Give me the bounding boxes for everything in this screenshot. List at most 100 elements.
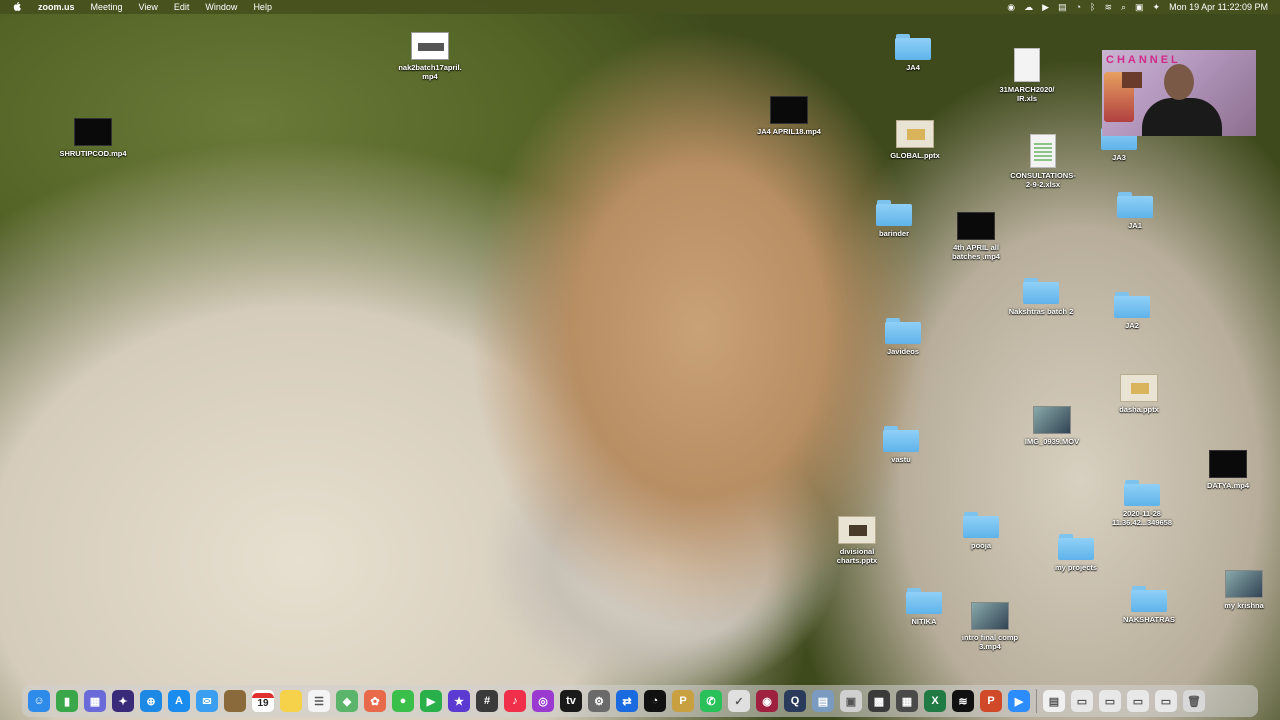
doc-stack-icon[interactable]: ▭ — [1099, 690, 1121, 712]
menu-bar: zoom.us Meeting View Edit Window Help ◉ … — [0, 0, 1280, 14]
dock-separator — [1036, 689, 1037, 713]
file-dasha-pptx[interactable]: dasha.pptx — [1094, 374, 1184, 414]
file-divisional-charts[interactable]: divisional charts.pptx — [812, 516, 902, 565]
file-intro-final-comp[interactable]: intro final comp 3.mp4 — [945, 602, 1035, 651]
chess-icon[interactable]: ▩ — [868, 690, 890, 712]
zoom-self-view[interactable]: CHANNEL — [1102, 50, 1256, 136]
downloads-icon[interactable]: ▭ — [1071, 690, 1093, 712]
imovie-icon[interactable]: ★ — [448, 690, 470, 712]
app-menu-zoom[interactable]: zoom.us — [38, 2, 75, 12]
file-global-pptx[interactable]: GLOBAL.pptx — [870, 120, 960, 160]
folder-javideos[interactable]: Javideos — [858, 318, 948, 356]
cloud-icon[interactable]: ☁ — [1024, 2, 1033, 13]
folder-my-projects[interactable]: my projects — [1031, 534, 1121, 572]
stack-icon[interactable]: ▤ — [1043, 690, 1065, 712]
file-ja4-april18[interactable]: JA4 APRIL18.mp4 — [744, 96, 834, 136]
maps-icon[interactable]: ◆ — [336, 690, 358, 712]
clock-icon[interactable]: ◔ — [644, 690, 666, 712]
channel-overlay-text: CHANNEL — [1106, 54, 1181, 66]
screen-icon[interactable]: ▤ — [1058, 2, 1067, 13]
launchpad-icon[interactable]: ▦ — [84, 690, 106, 712]
excel-icon[interactable]: X — [924, 690, 946, 712]
folder-icon — [876, 200, 912, 226]
calendar-icon[interactable]: 19 — [252, 690, 274, 712]
whatsapp-icon[interactable]: ✆ — [700, 690, 722, 712]
folder-ja2[interactable]: JA2 — [1087, 292, 1177, 330]
file-4th-april[interactable]: 4th APRIL all batches .mp4 — [931, 212, 1021, 261]
spotify-icon[interactable]: ≋ — [952, 690, 974, 712]
timer-icon[interactable]: ◔ — [1076, 2, 1081, 12]
siri-icon[interactable]: ✦ — [112, 690, 134, 712]
quicktime-icon[interactable]: Q — [784, 690, 806, 712]
control-center-icon[interactable]: ▣ — [1135, 2, 1144, 13]
teamviewer-icon[interactable]: ⇄ — [616, 690, 638, 712]
bluetooth-icon[interactable]: ᛒ — [1090, 2, 1095, 12]
file-31march2020[interactable]: 31MARCH2020/ IR.xls — [982, 48, 1072, 103]
powerpoint-icon[interactable]: P — [980, 690, 1002, 712]
apple-icon[interactable] — [12, 2, 22, 12]
folder-icon — [1117, 192, 1153, 218]
screenshot-stack-icon[interactable]: ▭ — [1127, 690, 1149, 712]
files-stack-icon[interactable]: ▭ — [1155, 690, 1177, 712]
app-store-icon[interactable]: A — [168, 690, 190, 712]
folder-icon — [1023, 278, 1059, 304]
folder-icon — [963, 512, 999, 538]
safari-icon[interactable]: ⊕ — [140, 690, 162, 712]
music-icon[interactable]: ♪ — [504, 690, 526, 712]
reminders-icon[interactable]: ☰ — [308, 690, 330, 712]
font-book-icon[interactable]: P — [672, 690, 694, 712]
notes-brown-icon[interactable] — [224, 690, 246, 712]
image-file-icon — [1225, 570, 1263, 598]
menu-window[interactable]: Window — [205, 2, 237, 12]
folder-pooja[interactable]: pooja — [936, 512, 1026, 550]
wifi-icon[interactable]: ≋ — [1104, 2, 1112, 13]
folder-icon — [1131, 586, 1167, 612]
tv-icon[interactable]: tv — [560, 690, 582, 712]
record-icon[interactable]: ◉ — [756, 690, 778, 712]
spreadsheet-icon — [1030, 134, 1056, 168]
file-my-krishna[interactable]: my krishna — [1199, 570, 1280, 610]
folder-ja1[interactable]: JA1 — [1090, 192, 1180, 230]
video-file-icon — [957, 212, 995, 240]
photos-icon[interactable]: ✿ — [364, 690, 386, 712]
search-icon[interactable]: ⌕ — [1121, 2, 1126, 13]
numbers-icon[interactable]: ▮ — [56, 690, 78, 712]
image-capture-icon[interactable]: ▣ — [840, 690, 862, 712]
file-img-0939[interactable]: IMG_0939.MOV — [1007, 406, 1097, 446]
activity-monitor-icon[interactable]: ✓ — [728, 690, 750, 712]
desktop-item-label: Nakshtras batch 2 — [1008, 307, 1074, 316]
folder-ja4[interactable]: JA4 — [868, 34, 958, 72]
play-status-icon[interactable]: ▶ — [1042, 2, 1049, 13]
file-shrutipcod[interactable]: SHRUTIPCOD.mp4 — [48, 118, 138, 158]
folder-nakshtras-batch-2[interactable]: Nakshtras batch 2 — [996, 278, 1086, 316]
podcasts-icon[interactable]: ◎ — [532, 690, 554, 712]
trash-icon[interactable]: 🗑 — [1183, 690, 1205, 712]
system-preferences-icon[interactable]: ⚙ — [588, 690, 610, 712]
desktop-item-label: DATYA.mp4 — [1206, 481, 1250, 490]
facetime-icon[interactable]: ▶ — [420, 690, 442, 712]
folder-barinder[interactable]: barinder — [849, 200, 939, 238]
mail-icon[interactable]: ✉ — [196, 690, 218, 712]
participant-body — [1142, 98, 1222, 136]
menubar-clock[interactable]: Mon 19 Apr 11:22:09 PM — [1169, 2, 1268, 12]
menu-edit[interactable]: Edit — [174, 2, 190, 12]
folder-vastu[interactable]: vastu — [856, 426, 946, 464]
calculator-icon[interactable]: # — [476, 690, 498, 712]
grid-app-icon[interactable]: ▦ — [896, 690, 918, 712]
siri-status-icon[interactable]: ✦ — [1153, 2, 1161, 13]
preview-icon[interactable]: ▤ — [812, 690, 834, 712]
notes-icon[interactable] — [280, 690, 302, 712]
file-nak2batch17april[interactable]: nak2batch17april. mp4 — [385, 32, 475, 81]
menu-view[interactable]: View — [139, 2, 158, 12]
messages-icon[interactable]: ● — [392, 690, 414, 712]
folder-2020-11-28[interactable]: 2020-11-28 11.36.42...349658 — [1097, 480, 1187, 527]
folder-nakshatras[interactable]: NAKSHATRAS — [1104, 586, 1194, 624]
menu-help[interactable]: Help — [253, 2, 272, 12]
desktop-item-label: GLOBAL.pptx — [890, 151, 940, 160]
desktop-item-label: my projects — [1054, 563, 1098, 572]
menu-meeting[interactable]: Meeting — [91, 2, 123, 12]
zoom-icon[interactable]: ▶ — [1008, 690, 1030, 712]
file-datya[interactable]: DATYA.mp4 — [1183, 450, 1273, 490]
finder-icon[interactable]: ☺ — [28, 690, 50, 712]
zoom-status-icon[interactable]: ◉ — [1007, 2, 1015, 13]
